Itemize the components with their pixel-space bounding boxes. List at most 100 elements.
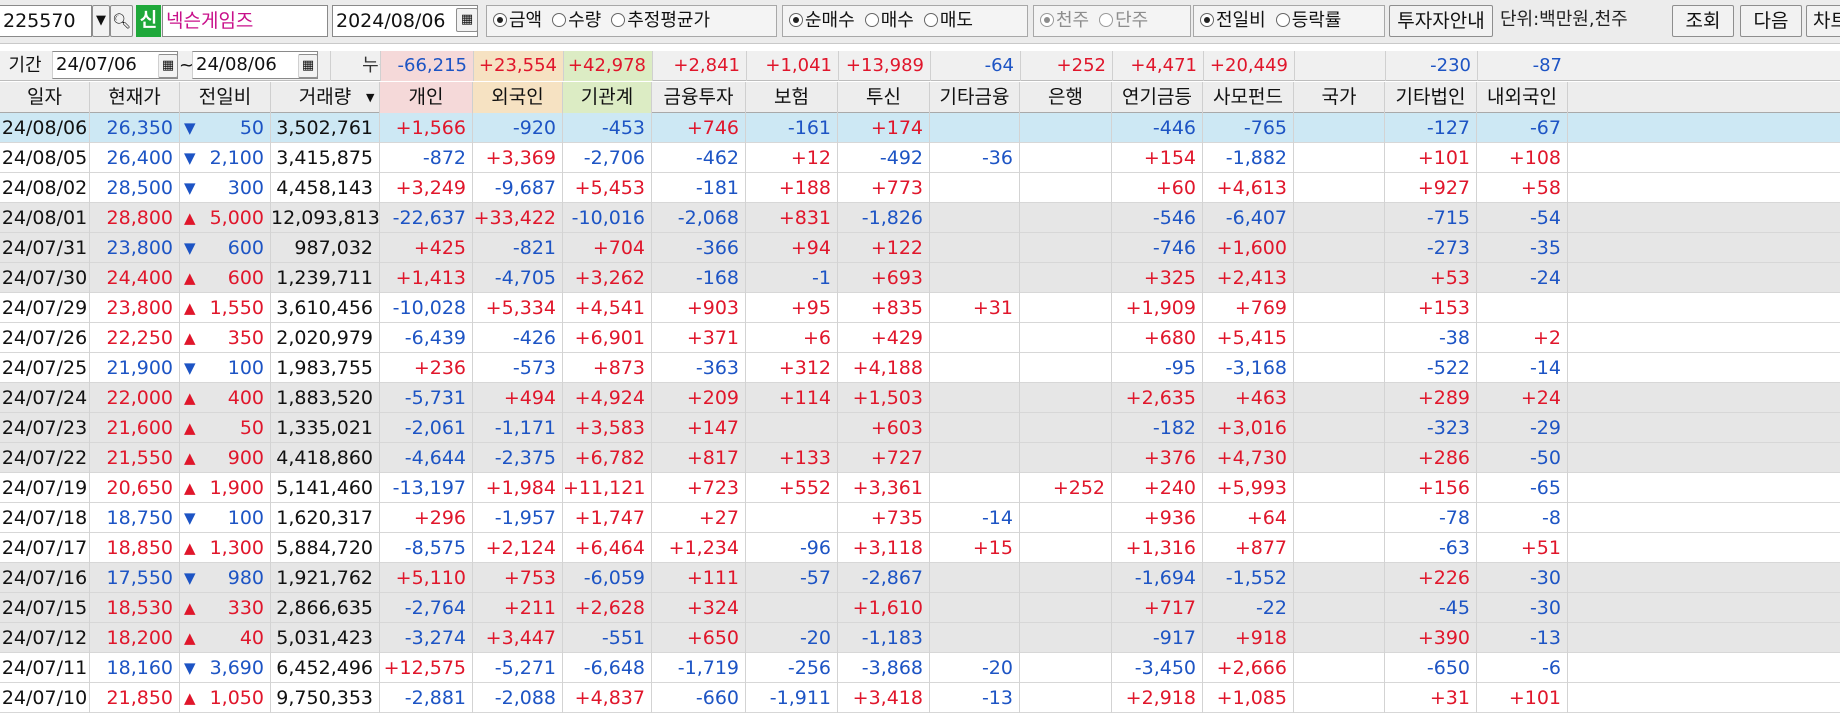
cell-국가 bbox=[1294, 263, 1385, 293]
table-row[interactable]: 24/07/12 18,200 ▲ 40 5,031,423 -3,274 +3,447 -5… bbox=[0, 623, 1840, 653]
change-type-radio-1[interactable]: 등락률 bbox=[1275, 6, 1341, 36]
table-row[interactable]: 24/07/26 22,250 ▲ 350 2,020,979 -6,439 -426 +6,… bbox=[0, 323, 1840, 353]
cell-value: +835 bbox=[870, 297, 923, 319]
column-header-4[interactable]: 개인 bbox=[380, 82, 473, 113]
cell-기타법인: +53 bbox=[1385, 263, 1477, 293]
table-row[interactable]: 24/07/19 20,650 ▲ 1,900 5,141,460 -13,197 +1,9… bbox=[0, 473, 1840, 503]
period-to-value: 24/08/06 bbox=[196, 54, 277, 75]
column-header-11[interactable]: 은행 bbox=[1020, 82, 1112, 113]
cell-투신: +174 bbox=[838, 113, 930, 143]
cell-기타금융: -20 bbox=[930, 653, 1020, 683]
table-row[interactable]: 24/08/06 26,350 ▼ 50 3,502,761 +1,566 -920 -453… bbox=[0, 113, 1840, 143]
table-row[interactable]: 24/07/10 21,850 ▲ 1,050 9,750,353 -2,881 -2,08… bbox=[0, 683, 1840, 713]
column-header-12[interactable]: 연기금등 bbox=[1112, 82, 1203, 113]
column-header-9[interactable]: 투신 bbox=[838, 82, 930, 113]
cell-개인: -2,061 bbox=[380, 413, 473, 443]
table-row[interactable]: 24/07/15 18,530 ▲ 330 2,866,635 -2,764 +211 +2,… bbox=[0, 593, 1840, 623]
column-header-7[interactable]: 금융투자 bbox=[652, 82, 746, 113]
column-header-1[interactable]: 현재가 bbox=[90, 82, 180, 113]
calendar-to-icon[interactable]: ▦ bbox=[298, 54, 318, 78]
chart-button[interactable]: 차트 bbox=[1806, 5, 1840, 37]
column-header-15[interactable]: 기타법인 bbox=[1385, 82, 1477, 113]
change-type-radio-0[interactable]: 전일비 bbox=[1200, 6, 1266, 36]
cell-value: 600 bbox=[227, 267, 264, 289]
calendar-from-icon[interactable]: ▦ bbox=[158, 54, 178, 78]
cell-거래량: 4,458,143 bbox=[271, 173, 380, 203]
trade-type-radio-2[interactable]: 매도 bbox=[923, 6, 973, 36]
cell-value: -78 bbox=[1438, 507, 1470, 529]
cell-기타금융 bbox=[930, 413, 1020, 443]
column-header-16[interactable]: 내외국인 bbox=[1477, 82, 1568, 113]
volume-unit-radio-0[interactable]: 천주 bbox=[1040, 6, 1089, 36]
table-row[interactable]: 24/08/01 28,800 ▲ 5,000 12,093,813 -22,637 +33… bbox=[0, 203, 1840, 233]
column-header-10[interactable]: 기타금융 bbox=[930, 82, 1020, 113]
volume-unit-radio-1[interactable]: 단주 bbox=[1099, 6, 1148, 36]
cell-기관계: +4,541 bbox=[563, 293, 652, 323]
table-row[interactable]: 24/07/11 18,160 ▼ 3,690 6,452,496 +12,575 -5,2… bbox=[0, 653, 1840, 683]
column-header-13[interactable]: 사모펀드 bbox=[1203, 82, 1294, 113]
cell-은행 bbox=[1020, 533, 1112, 563]
cell-은행 bbox=[1020, 353, 1112, 383]
cell-투신: +1,610 bbox=[838, 593, 930, 623]
table-row[interactable]: 24/08/05 26,400 ▼ 2,100 3,415,875 -872 +3,369 -… bbox=[0, 143, 1840, 173]
table-row[interactable]: 24/07/30 24,400 ▲ 600 1,239,711 +1,413 -4,705 +… bbox=[0, 263, 1840, 293]
column-header-2[interactable]: 전일비 bbox=[180, 82, 271, 113]
table-row[interactable]: 24/07/16 17,550 ▼ 980 1,921,762 +5,110 +753 -6,… bbox=[0, 563, 1840, 593]
amount-type-radio-2[interactable]: 추정평균가 bbox=[611, 6, 710, 36]
cell-value: 5,000 bbox=[209, 207, 264, 229]
trade-type-radio-1[interactable]: 매수 bbox=[864, 6, 914, 36]
stock-code-input[interactable]: 225570 bbox=[0, 5, 92, 37]
table-row[interactable]: 24/07/31 23,800 ▼ 600 987,032 +425 -821 +704 -36… bbox=[0, 233, 1840, 263]
next-button[interactable]: 다음 bbox=[1740, 5, 1802, 37]
investor-guide-button[interactable]: 투자자안내 bbox=[1389, 5, 1493, 37]
trade-type-radio-0[interactable]: 순매수 bbox=[789, 6, 855, 36]
code-dropdown-icon[interactable]: ▼ bbox=[92, 5, 110, 37]
cell-내외국인: -8 bbox=[1477, 503, 1568, 533]
table-row[interactable]: 24/07/17 18,850 ▲ 1,300 5,884,720 -8,575 +2,12… bbox=[0, 533, 1840, 563]
column-header-6[interactable]: 기관계 bbox=[563, 82, 652, 113]
column-header-14[interactable]: 국가 bbox=[1294, 82, 1385, 113]
table-row[interactable]: 24/07/23 21,600 ▲ 50 1,335,021 -2,061 -1,171 +3… bbox=[0, 413, 1840, 443]
cell-사모펀드: +1,600 bbox=[1203, 233, 1294, 263]
cell-value: 18,530 bbox=[106, 597, 173, 619]
amount-type-radio-label: 추정평균가 bbox=[627, 10, 711, 31]
cell-현재가: 18,200 bbox=[90, 623, 180, 653]
column-header-0[interactable]: 일자 bbox=[0, 82, 90, 113]
cell-value: +1,316 bbox=[1125, 537, 1196, 559]
table-row[interactable]: 24/08/02 28,500 ▼ 300 4,458,143 +3,249 -9,687 +… bbox=[0, 173, 1840, 203]
stock-name-field[interactable]: 넥슨게임즈 bbox=[162, 5, 328, 37]
cell-value: 24/07/11 bbox=[1, 657, 88, 679]
amount-type-radio-1[interactable]: 수량 bbox=[552, 6, 601, 36]
cell-국가 bbox=[1294, 443, 1385, 473]
cell-거래량: 3,415,875 bbox=[271, 143, 380, 173]
cell-내외국인: -50 bbox=[1477, 443, 1568, 473]
cell-현재가: 21,550 bbox=[90, 443, 180, 473]
cell-value: +2,666 bbox=[1216, 657, 1287, 679]
search-icon[interactable]: 🔍︎ bbox=[110, 5, 133, 37]
cell-value: +31 bbox=[1429, 687, 1470, 709]
column-header-8[interactable]: 보험 bbox=[746, 82, 838, 113]
cell-value: 3,690 bbox=[209, 657, 264, 679]
cell-value: -660 bbox=[695, 687, 739, 709]
cell-value: 26,400 bbox=[106, 147, 173, 169]
cell-value: +111 bbox=[686, 567, 739, 589]
column-header-3[interactable]: 거래량 bbox=[271, 82, 380, 113]
table-row[interactable]: 24/07/18 18,750 ▼ 100 1,620,317 +296 -1,957 +1,… bbox=[0, 503, 1840, 533]
cell-보험: +95 bbox=[746, 293, 838, 323]
amount-type-radio-0[interactable]: 금액 bbox=[493, 6, 542, 36]
cell-value: +753 bbox=[503, 567, 556, 589]
table-row[interactable]: 24/07/24 22,000 ▲ 400 1,883,520 -5,731 +494 +4,… bbox=[0, 383, 1840, 413]
volume-sort-dropdown-icon[interactable]: ▼ bbox=[366, 82, 374, 113]
trade-type-radio-label: 순매수 bbox=[805, 10, 855, 31]
column-header-5[interactable]: 외국인 bbox=[473, 82, 563, 113]
cell-value: -2,706 bbox=[583, 147, 645, 169]
cell-연기금등: +936 bbox=[1112, 503, 1203, 533]
cell-value: +4,613 bbox=[1216, 177, 1287, 199]
calendar-icon[interactable]: ▦ bbox=[456, 8, 478, 32]
table-row[interactable]: 24/07/29 23,800 ▲ 1,550 3,610,456 -10,028 +5,3… bbox=[0, 293, 1840, 323]
table-row[interactable]: 24/07/25 21,900 ▼ 100 1,983,755 +236 -573 +873 -… bbox=[0, 353, 1840, 383]
cell-내외국인: +58 bbox=[1477, 173, 1568, 203]
table-row[interactable]: 24/07/22 21,550 ▲ 900 4,418,860 -4,644 -2,375 +… bbox=[0, 443, 1840, 473]
cell-사모펀드: -765 bbox=[1203, 113, 1294, 143]
search-button[interactable]: 조회 bbox=[1672, 5, 1734, 37]
